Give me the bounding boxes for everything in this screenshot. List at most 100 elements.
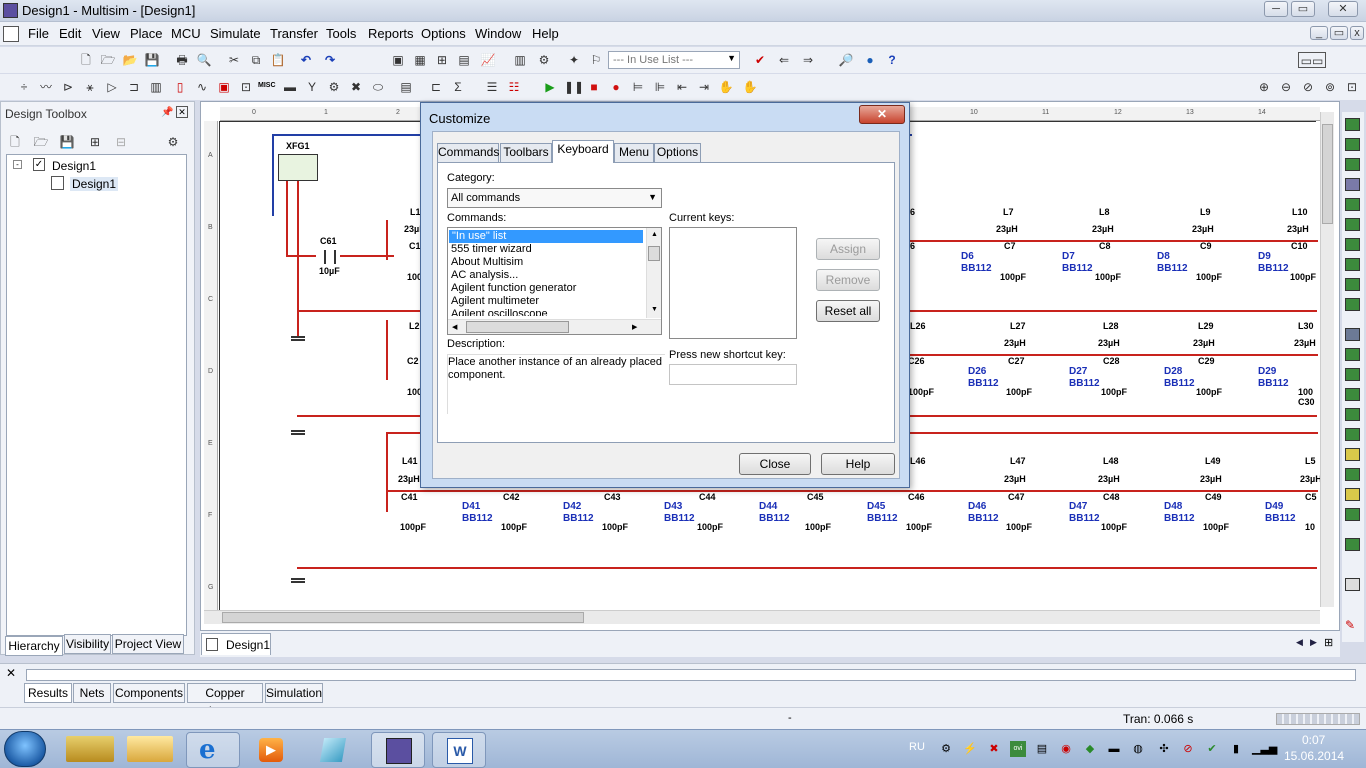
zoom-sheet-icon[interactable]: ⊚ (1322, 79, 1338, 95)
transistor-icon[interactable]: ⚹ (82, 79, 98, 95)
analog-icon[interactable]: ▷ (104, 79, 120, 95)
shortcut-input[interactable] (669, 364, 797, 385)
scroll-right-icon[interactable]: ▶ (632, 323, 637, 331)
scroll-down-icon[interactable]: ▼ (651, 306, 658, 313)
erc-icon[interactable]: ✔ (752, 52, 768, 68)
tab-visibility[interactable]: Visibility (64, 634, 111, 654)
tab-commands[interactable]: Commands (437, 143, 499, 162)
tab-keyboard[interactable]: Keyboard (552, 140, 614, 163)
basic-icon[interactable]: 〰 (38, 79, 54, 95)
tray-icon-2[interactable]: ⚡ (962, 741, 978, 757)
wire-icon[interactable]: Ʃ (450, 79, 466, 95)
menu-view[interactable]: View (92, 26, 120, 41)
tree-item-design[interactable]: Design1 (52, 159, 96, 173)
tab-scroll-right-icon[interactable]: ▶ (1310, 637, 1317, 648)
commands-vscroll[interactable]: ▲ ▼ (646, 228, 661, 318)
toolbox-pin-icon[interactable]: 📌 (161, 107, 173, 118)
mixed-icon[interactable]: ∿ (194, 79, 210, 95)
undo-icon[interactable]: ↶ (298, 52, 314, 68)
start-button[interactable] (4, 731, 46, 767)
rf-icon[interactable]: Y (304, 79, 320, 95)
power-icon[interactable]: ⊡ (238, 79, 254, 95)
agilent-generator-icon[interactable] (1345, 408, 1360, 421)
minimize-button[interactable]: ─ (1264, 1, 1288, 17)
labview-icon[interactable] (1345, 488, 1360, 501)
elvis-icon[interactable] (1345, 578, 1360, 591)
horizontal-scrollbar[interactable] (204, 610, 1320, 624)
vertical-scrollbar[interactable] (1320, 112, 1334, 607)
delete-sheet-icon[interactable]: ⊟ (113, 134, 129, 150)
horizontal-scroll-thumb[interactable] (222, 612, 584, 623)
close-window-button[interactable]: ✕ (1328, 1, 1358, 17)
menu-simulate[interactable]: Simulate (210, 26, 261, 41)
menu-mcu[interactable]: MCU (171, 26, 201, 41)
pause-icon[interactable]: ❚❚ (564, 79, 584, 95)
zoom-find-icon[interactable]: 🔎 (838, 52, 854, 68)
wattmeter-icon[interactable] (1345, 158, 1360, 171)
taskbar-media-icon[interactable]: ▶ (245, 732, 299, 768)
design-checkbox-icon[interactable]: ✓ (33, 158, 45, 171)
paste-icon[interactable]: 📋 (270, 52, 286, 68)
frequency-counter-icon[interactable] (1345, 238, 1360, 251)
oscilloscope-icon[interactable] (1345, 178, 1360, 191)
battery-icon[interactable]: ▮ (1228, 741, 1244, 757)
doc-minimize-button[interactable]: _ (1310, 26, 1328, 40)
capacitor-c61[interactable] (324, 250, 336, 264)
misc-icon[interactable]: MISC (258, 82, 276, 89)
spreadsheet-icon[interactable]: ▤ (456, 52, 472, 68)
stop-icon[interactable]: ■ (586, 79, 602, 95)
ni-icon[interactable]: ✖ (348, 79, 364, 95)
menu-window[interactable]: Window (475, 26, 521, 41)
tab-menu[interactable]: Menu (614, 143, 654, 162)
in-use-icon[interactable]: ⚐ (588, 52, 604, 68)
clock-date[interactable]: 15.06.2014 (1284, 749, 1344, 763)
doc-close-button[interactable]: x (1350, 26, 1364, 40)
mcu-icon[interactable]: ⬭ (370, 79, 386, 95)
commands-vscroll-thumb[interactable] (648, 246, 660, 261)
list-item[interactable]: AC analysis... (448, 269, 661, 282)
multimeter-icon[interactable] (1345, 118, 1360, 131)
hand-icon[interactable]: ✋ (718, 79, 734, 95)
tray-icon-8[interactable]: ▬ (1106, 741, 1122, 757)
doc-restore-button[interactable]: ▭ (1330, 26, 1348, 40)
tab-simulation[interactable]: Simulation (265, 683, 323, 703)
tree-collapse-icon[interactable]: - (13, 160, 22, 169)
agilent-multimeter-icon[interactable] (1345, 428, 1360, 441)
new-sheet-icon[interactable]: ⊞ (87, 134, 103, 150)
bus-icon[interactable]: ⊏ (428, 79, 444, 95)
transfer-icon[interactable]: ⇒ (800, 52, 816, 68)
word-generator-icon[interactable] (1345, 258, 1360, 271)
postprocessor-icon[interactable]: ⚙ (536, 52, 552, 68)
tray-icon-4[interactable]: ovi (1010, 741, 1026, 757)
ttl-icon[interactable]: ⊐ (126, 79, 142, 95)
commands-list[interactable]: "In use" list 555 timer wizard About Mul… (447, 227, 662, 335)
probe-icon[interactable]: ✋ (742, 79, 758, 95)
zoom-out-icon[interactable]: ⊖ (1278, 79, 1294, 95)
back-annotate-icon[interactable]: ⇐ (776, 52, 792, 68)
source-icon[interactable]: ÷ (16, 79, 32, 95)
agilent-oscilloscope-icon[interactable] (1345, 448, 1360, 461)
print-preview-icon[interactable]: 🔍 (196, 52, 212, 68)
step-icon[interactable]: ⊨ (630, 79, 646, 95)
maximize-button[interactable]: ▭ (1291, 1, 1315, 17)
taskbar-ie-icon[interactable]: e (186, 732, 240, 768)
commands-hscroll-thumb[interactable] (466, 321, 569, 333)
zoom-fit-icon[interactable]: ⊡ (1344, 79, 1360, 95)
open-sample-icon[interactable]: 📂 (122, 52, 138, 68)
indicator-icon[interactable]: ▣ (216, 79, 232, 95)
database-icon[interactable]: ▥ (512, 52, 528, 68)
assign-button[interactable]: Assign (816, 238, 880, 260)
tab-design1[interactable]: Design1 (201, 633, 271, 655)
spectrum-analyzer-icon[interactable] (1345, 368, 1360, 381)
tray-icon-9[interactable]: ◍ (1130, 741, 1146, 757)
close-button[interactable]: Close (739, 453, 811, 475)
list-item[interactable]: Agilent oscilloscope (448, 308, 661, 316)
scroll-left-icon[interactable]: ◀ (452, 323, 457, 331)
list-item[interactable]: Agilent function generator (448, 282, 661, 295)
taskbar-explorer-icon[interactable] (66, 736, 114, 762)
tab-menu-icon[interactable]: ⊞ (1324, 636, 1333, 649)
logic-analyzer-icon[interactable] (1345, 298, 1360, 311)
menu-options[interactable]: Options (421, 26, 466, 41)
tab-results[interactable]: Results (24, 683, 72, 703)
menu-place[interactable]: Place (130, 26, 163, 41)
